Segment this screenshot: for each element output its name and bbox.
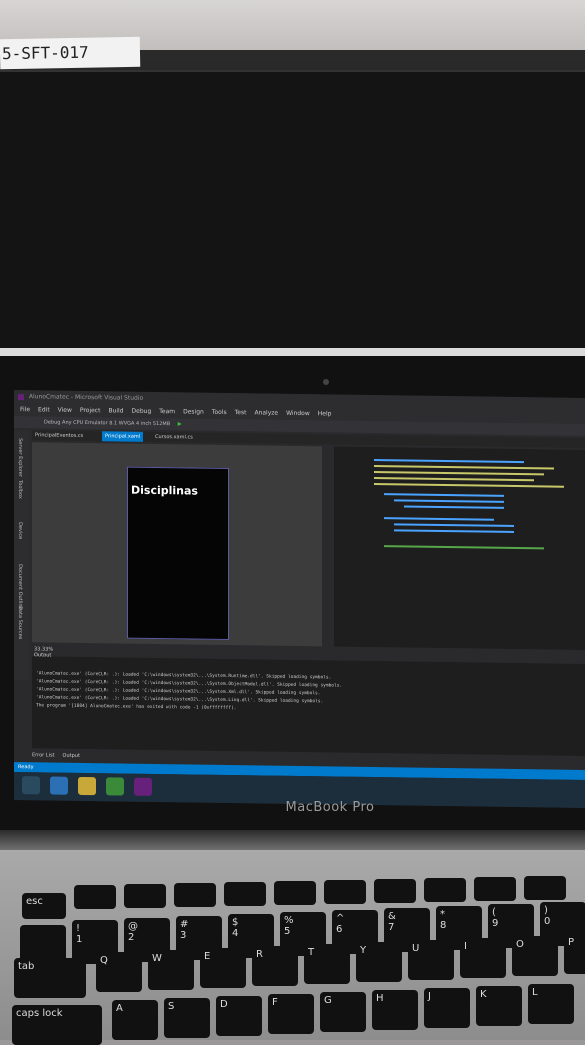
tab-2[interactable]: Cursos.xaml.cs xyxy=(152,432,196,443)
vs-logo-icon xyxy=(18,393,24,400)
letter-key[interactable]: I xyxy=(460,938,506,978)
side-panel-server-explorer[interactable]: Server Explorer xyxy=(17,438,23,477)
letter-key[interactable]: A xyxy=(112,1000,158,1040)
toolbar-config[interactable]: Debug Any CPU Emulator 8.1 WVGA 4 inch 5… xyxy=(44,419,170,427)
side-panel-data-sources[interactable]: Data Sources xyxy=(17,606,23,639)
letter-key[interactable]: F xyxy=(268,994,314,1034)
side-panel-toolbox[interactable]: Toolbox xyxy=(17,480,23,499)
caps-lock-key[interactable]: caps lock xyxy=(12,1005,102,1045)
phone-app-title: Disciplinas xyxy=(131,483,198,498)
bottom-tab-error-list[interactable]: Error List xyxy=(32,752,55,758)
letter-key[interactable]: O xyxy=(512,936,558,976)
menu-item-view[interactable]: View xyxy=(58,407,72,414)
bottom-tabs[interactable]: Error List Output xyxy=(32,752,88,759)
letter-key[interactable]: S xyxy=(164,998,210,1038)
phone-preview: Disciplinas xyxy=(127,466,229,641)
menu-item-analyze[interactable]: Analyze xyxy=(254,409,278,416)
function-key[interactable] xyxy=(274,881,316,905)
menu-item-edit[interactable]: Edit xyxy=(38,406,50,413)
store-icon[interactable] xyxy=(106,777,124,796)
side-panel-device[interactable]: Device xyxy=(17,522,23,539)
function-key[interactable] xyxy=(74,885,116,909)
function-key[interactable] xyxy=(124,884,166,908)
tab-key[interactable]: tab xyxy=(14,958,86,998)
tab-1[interactable]: Principal.xaml xyxy=(102,431,144,442)
explorer-icon[interactable] xyxy=(78,776,96,796)
function-key[interactable] xyxy=(524,876,566,900)
letter-key[interactable]: K xyxy=(476,986,522,1026)
function-key[interactable] xyxy=(324,880,366,904)
esc-key[interactable]: esc xyxy=(22,893,66,919)
letter-key[interactable]: U xyxy=(408,940,454,980)
menu-item-help[interactable]: Help xyxy=(318,410,332,417)
output-panel[interactable]: 'AlunoCmatec.exe' (CoreCLR: .): Loaded '… xyxy=(32,656,585,756)
letter-key[interactable]: Q xyxy=(96,952,142,992)
menu-item-design[interactable]: Design xyxy=(183,408,204,415)
laptop-screen: AlunoCmatec - Microsoft Visual Studio Fi… xyxy=(14,390,585,808)
asset-tag-label: 5-SFT-017 xyxy=(0,36,141,70)
webcam xyxy=(323,379,329,385)
start-icon[interactable] xyxy=(22,776,40,795)
function-key[interactable] xyxy=(174,883,216,907)
menu-item-test[interactable]: Test xyxy=(235,409,247,416)
laptop-brand: MacBook Pro xyxy=(285,800,375,815)
monitor-screen xyxy=(0,70,585,352)
letter-key[interactable]: P xyxy=(564,934,585,974)
letter-key[interactable]: G xyxy=(320,992,366,1032)
bottom-tab-output[interactable]: Output xyxy=(63,753,80,759)
letter-key[interactable]: J xyxy=(424,988,470,1028)
menu-item-tools[interactable]: Tools xyxy=(212,409,227,416)
start-debug-icon[interactable]: ▶ xyxy=(178,421,182,427)
letter-key[interactable]: H xyxy=(372,990,418,1030)
tab-0[interactable]: PrincipalEventos.cs xyxy=(32,430,86,441)
letter-key[interactable]: L xyxy=(528,984,574,1024)
menu-item-build[interactable]: Build xyxy=(108,407,123,414)
function-key[interactable] xyxy=(224,882,266,906)
ie-icon[interactable] xyxy=(50,776,68,795)
letter-key[interactable]: E xyxy=(200,948,246,988)
side-panel-strip: Server Explorer Toolbox Device Document Out… xyxy=(14,430,30,681)
menu-item-team[interactable]: Team xyxy=(159,408,175,415)
menu-item-window[interactable]: Window xyxy=(286,410,310,417)
xaml-editor[interactable] xyxy=(334,446,585,650)
letter-key[interactable]: Y xyxy=(356,942,402,982)
function-key[interactable] xyxy=(374,879,416,903)
function-key[interactable] xyxy=(474,877,516,901)
menu-item-project[interactable]: Project xyxy=(80,407,101,414)
monitor-edge xyxy=(0,348,585,356)
status-text: Ready xyxy=(18,764,34,771)
side-panel-document-outline[interactable]: Document Outline xyxy=(17,564,23,610)
menu-item-debug[interactable]: Debug xyxy=(132,408,152,415)
letter-key[interactable]: T xyxy=(304,944,350,984)
letter-key[interactable]: W xyxy=(148,950,194,990)
function-key[interactable] xyxy=(424,878,466,902)
laptop-hinge xyxy=(0,830,585,852)
menu-item-file[interactable]: File xyxy=(20,406,30,413)
window-title: AlunoCmatec - Microsoft Visual Studio xyxy=(28,393,144,402)
letter-key[interactable]: R xyxy=(252,946,298,986)
letter-key[interactable]: D xyxy=(216,996,262,1036)
visual-studio-icon[interactable] xyxy=(134,777,152,796)
